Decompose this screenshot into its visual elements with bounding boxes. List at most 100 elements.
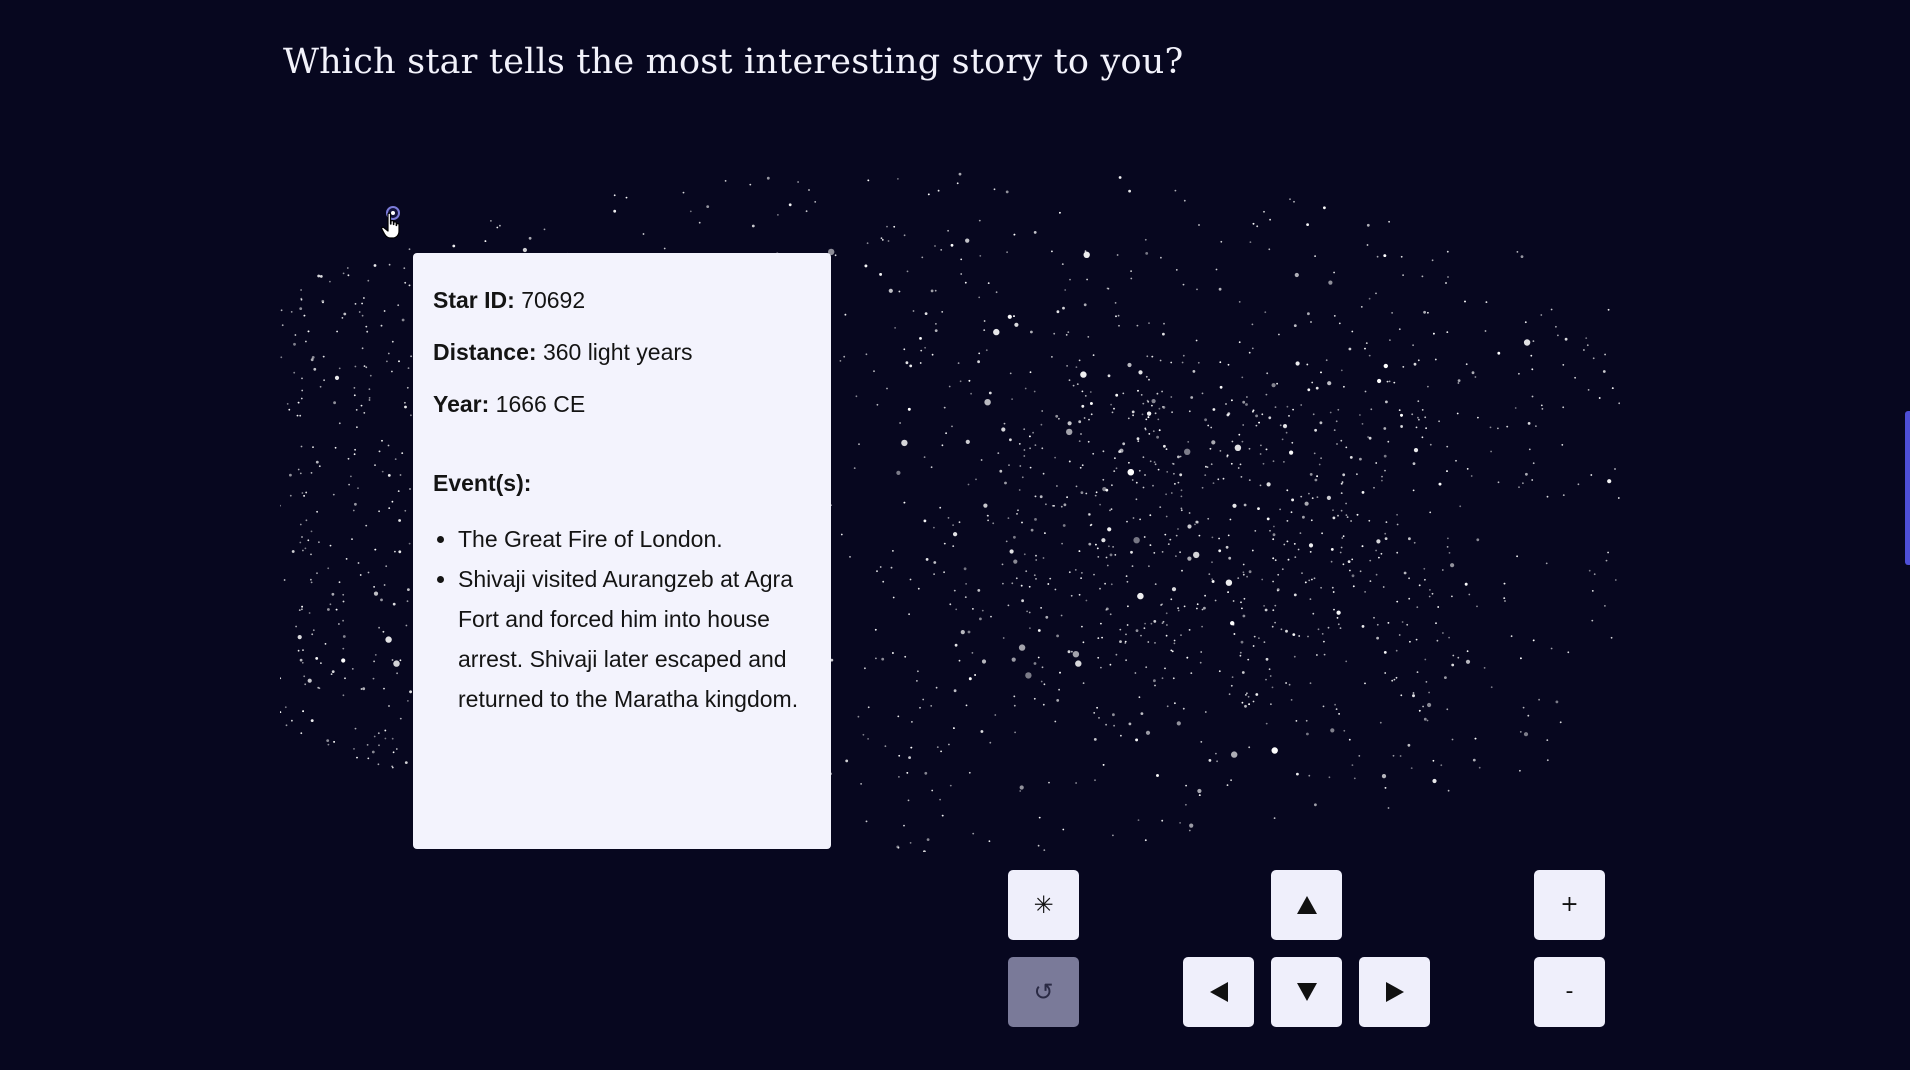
- star[interactable]: [1545, 562, 1548, 565]
- star[interactable]: [1474, 376, 1477, 378]
- star[interactable]: [1531, 479, 1534, 481]
- star[interactable]: [352, 509, 355, 512]
- star[interactable]: [1412, 489, 1415, 492]
- star[interactable]: [1127, 362, 1132, 368]
- star[interactable]: [983, 320, 986, 322]
- star[interactable]: [1400, 694, 1403, 697]
- star[interactable]: [1227, 363, 1230, 366]
- star[interactable]: [1042, 557, 1045, 559]
- star[interactable]: [301, 377, 303, 380]
- star[interactable]: [280, 356, 283, 359]
- star[interactable]: [1564, 337, 1568, 341]
- star[interactable]: [1080, 371, 1087, 378]
- star[interactable]: [1396, 523, 1399, 526]
- star[interactable]: [1264, 608, 1268, 612]
- star[interactable]: [1075, 485, 1078, 488]
- star[interactable]: [1417, 416, 1419, 419]
- star[interactable]: [1230, 779, 1232, 782]
- star[interactable]: [934, 289, 937, 292]
- star[interactable]: [1257, 507, 1260, 510]
- star[interactable]: [892, 652, 894, 654]
- star[interactable]: [1431, 259, 1434, 262]
- star[interactable]: [974, 674, 976, 676]
- star[interactable]: [1446, 546, 1449, 548]
- star[interactable]: [886, 225, 888, 228]
- star[interactable]: [405, 624, 408, 627]
- star[interactable]: [1112, 713, 1115, 717]
- star[interactable]: [839, 360, 842, 362]
- star[interactable]: [1101, 636, 1103, 639]
- star[interactable]: [351, 538, 353, 540]
- star[interactable]: [1144, 839, 1147, 842]
- star[interactable]: [1447, 789, 1450, 792]
- star[interactable]: [949, 603, 952, 606]
- star[interactable]: [1423, 310, 1426, 314]
- star[interactable]: [1304, 501, 1309, 506]
- star[interactable]: [1293, 200, 1295, 203]
- star[interactable]: [484, 240, 487, 242]
- star[interactable]: [1204, 418, 1207, 422]
- star[interactable]: [1166, 624, 1168, 626]
- star[interactable]: [1021, 599, 1024, 603]
- star[interactable]: [888, 288, 893, 293]
- star[interactable]: [1227, 534, 1230, 537]
- star[interactable]: [1034, 518, 1037, 521]
- star[interactable]: [382, 630, 385, 633]
- star[interactable]: [404, 509, 407, 512]
- star[interactable]: [1274, 621, 1276, 624]
- star[interactable]: [1163, 322, 1165, 325]
- star[interactable]: [1021, 521, 1023, 524]
- star[interactable]: [1451, 595, 1453, 598]
- star[interactable]: [1127, 417, 1130, 420]
- star[interactable]: [1428, 691, 1430, 694]
- star[interactable]: [310, 358, 314, 362]
- star[interactable]: [1201, 625, 1203, 628]
- star[interactable]: [374, 548, 377, 551]
- star[interactable]: [1503, 582, 1506, 585]
- star[interactable]: [1243, 597, 1246, 600]
- star[interactable]: [1384, 469, 1386, 472]
- star[interactable]: [860, 783, 862, 785]
- star[interactable]: [342, 600, 345, 603]
- star[interactable]: [1080, 433, 1082, 435]
- star[interactable]: [342, 272, 345, 275]
- star[interactable]: [1059, 211, 1061, 214]
- star[interactable]: [1125, 633, 1127, 636]
- star[interactable]: [1242, 400, 1246, 404]
- star[interactable]: [1308, 543, 1314, 548]
- star[interactable]: [322, 355, 325, 358]
- star[interactable]: [1248, 351, 1251, 354]
- star[interactable]: [1033, 231, 1037, 234]
- star[interactable]: [1180, 634, 1182, 636]
- star[interactable]: [1064, 289, 1067, 291]
- star[interactable]: [1079, 466, 1082, 469]
- star[interactable]: [291, 719, 293, 722]
- star[interactable]: [1034, 495, 1037, 498]
- star[interactable]: [374, 654, 377, 656]
- star[interactable]: [1295, 720, 1298, 722]
- star[interactable]: [1369, 559, 1372, 562]
- star[interactable]: [1368, 354, 1371, 357]
- star[interactable]: [320, 662, 322, 664]
- star[interactable]: [1016, 513, 1018, 515]
- star[interactable]: [994, 714, 997, 716]
- star[interactable]: [1416, 606, 1419, 609]
- star[interactable]: [1137, 819, 1140, 821]
- star[interactable]: [1253, 635, 1256, 638]
- star[interactable]: [1342, 535, 1345, 538]
- star[interactable]: [1209, 447, 1212, 450]
- star[interactable]: [288, 408, 291, 411]
- star[interactable]: [1208, 759, 1212, 762]
- star[interactable]: [1279, 424, 1282, 427]
- star[interactable]: [1148, 433, 1151, 435]
- star[interactable]: [1198, 224, 1200, 226]
- star[interactable]: [1335, 708, 1338, 710]
- star[interactable]: [1156, 774, 1159, 777]
- star[interactable]: [1388, 380, 1391, 383]
- star[interactable]: [1384, 532, 1387, 535]
- star[interactable]: [980, 459, 983, 461]
- star[interactable]: [407, 588, 410, 591]
- star[interactable]: [1293, 543, 1296, 545]
- star[interactable]: [383, 687, 385, 690]
- star[interactable]: [1029, 466, 1032, 469]
